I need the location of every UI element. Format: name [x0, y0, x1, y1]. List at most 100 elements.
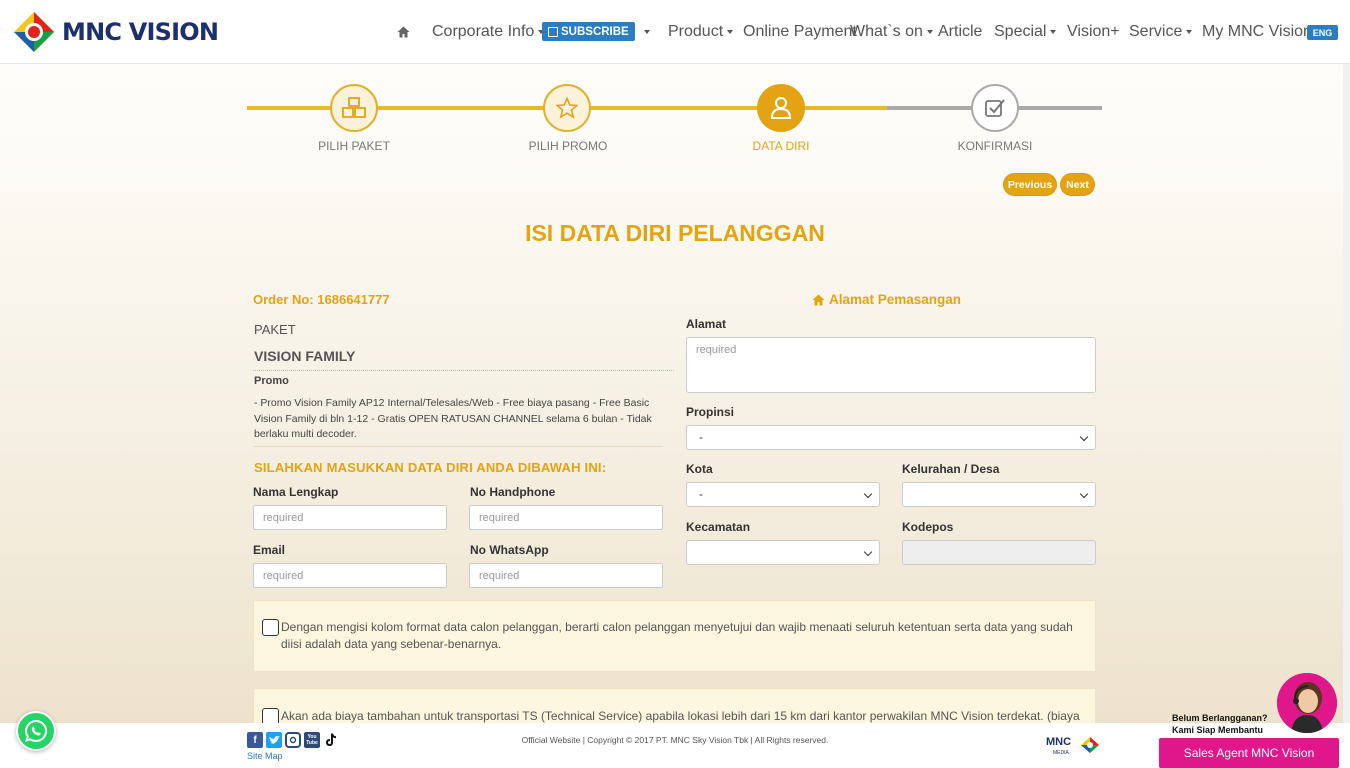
step-data-diri[interactable] [757, 84, 805, 132]
sales-agent-avatar[interactable] [1277, 673, 1337, 733]
alamat-pemasangan-title: Alamat Pemasangan [829, 292, 962, 307]
kelurahan-label: Kelurahan / Desa [902, 462, 1000, 476]
nav-online-payment[interactable]: Online Payment [743, 23, 857, 41]
transport-fee-box: Akan ada biaya tambahan untuk transporta… [253, 688, 1096, 728]
mnc-media-mark-icon [1081, 737, 1099, 753]
nav-subscribe-label: SUBSCRIBE [561, 25, 629, 38]
brand-name: MNC VISION [62, 18, 219, 46]
nav-corporate-info[interactable]: Corporate Info [432, 23, 545, 41]
star-icon [556, 97, 578, 119]
promo-description: - Promo Vision Family AP12 Internal/Tele… [254, 397, 652, 440]
nav-vision-plus-label: Vision+ [1067, 23, 1120, 40]
kota-label: Kota [686, 462, 713, 476]
chevron-down-icon [1050, 29, 1057, 34]
brand-logo[interactable]: MNC VISION [12, 10, 219, 54]
step-label-data-diri: DATA DIRI [752, 139, 810, 153]
chevron-down-icon [926, 29, 933, 34]
alamat-textarea[interactable] [686, 337, 1096, 393]
agent-prompt-line-1: Belum Berlangganan? [1172, 713, 1268, 723]
sales-agent-button[interactable]: Sales Agent MNC Vision [1159, 738, 1339, 768]
step-label-konfirmasi: KONFIRMASI [957, 139, 1033, 153]
kodepos-input [902, 540, 1096, 565]
kota-selected-value: - [699, 488, 703, 501]
kelurahan-select[interactable] [902, 482, 1096, 507]
cubes-icon [342, 97, 366, 118]
propinsi-select[interactable]: - [686, 425, 1096, 450]
propinsi-label: Propinsi [686, 405, 735, 419]
previous-button[interactable]: Previous [1003, 173, 1057, 196]
whatsapp-icon [24, 719, 48, 743]
site-map-link[interactable]: Site Map [247, 751, 283, 761]
next-button[interactable]: Next [1060, 173, 1095, 196]
agent-avatar-image [1277, 673, 1337, 733]
chevron-down-icon [1186, 29, 1193, 34]
step-konfirmasi[interactable] [971, 84, 1019, 132]
chevron-down-icon[interactable] [644, 30, 650, 34]
agreement-checkbox[interactable] [262, 619, 279, 636]
nav-product-label: Product [668, 23, 724, 40]
kecamatan-select[interactable] [686, 540, 880, 565]
nav-article[interactable]: Article [938, 23, 982, 41]
chevron-down-icon [863, 547, 873, 557]
scrollbar[interactable] [1343, 64, 1350, 723]
no-whatsapp-input[interactable] [469, 563, 663, 588]
nav-service[interactable]: Service [1129, 23, 1193, 41]
chevron-down-icon [863, 489, 873, 499]
chevron-down-icon [1079, 489, 1089, 499]
nav-corporate-info-label: Corporate Info [432, 23, 535, 40]
mnc-media-subtitle: MEDIA [1053, 750, 1069, 756]
step-pilih-paket[interactable] [330, 84, 378, 132]
user-icon [770, 97, 792, 119]
home-icon[interactable] [397, 26, 410, 38]
nav-vision-plus[interactable]: Vision+ [1067, 23, 1120, 41]
divider [253, 446, 663, 447]
nav-special[interactable]: Special [994, 23, 1057, 41]
no-whatsapp-label: No WhatsApp [470, 543, 549, 557]
copyright-text: Official Website | Copyright © 2017 PT. … [521, 735, 829, 745]
promo-label: Promo [254, 375, 289, 387]
check-square-icon [548, 26, 558, 37]
alamat-pemasangan-heading: Alamat Pemasangan [812, 292, 961, 307]
agreement-box: Dengan mengisi kolom format data calon p… [253, 600, 1096, 672]
logo-mark-icon [14, 12, 54, 52]
agent-prompt: Belum Berlangganan? Kami Siap Membantu [1172, 712, 1268, 736]
nav-my-mnc-vision-label: My MNC Vision [1202, 23, 1312, 40]
kota-select[interactable]: - [686, 482, 880, 507]
kecamatan-label: Kecamatan [686, 520, 751, 534]
nav-my-mnc-vision[interactable]: My MNC Vision [1202, 23, 1312, 41]
form-instruction: SILAHKAN MASUKKAN DATA DIRI ANDA DIBAWAH… [254, 460, 607, 475]
paket-label: PAKET [254, 322, 296, 337]
nav-subscribe-button[interactable]: SUBSCRIBE [542, 22, 635, 41]
nav-online-payment-label: Online Payment [743, 23, 857, 40]
kodepos-label: Kodepos [902, 520, 954, 534]
step-pilih-promo[interactable] [543, 84, 591, 132]
site-footer: f You Tube Site Map Official Website | C… [0, 723, 1350, 768]
nav-product[interactable]: Product [668, 23, 734, 41]
chevron-down-icon [727, 29, 734, 34]
no-handphone-input[interactable] [469, 505, 663, 530]
propinsi-selected-value: - [699, 431, 703, 444]
site-header: MNC VISION Corporate Info SUBSCRIBE Prod… [0, 0, 1350, 64]
agreement-text: Dengan mengisi kolom format data calon p… [281, 620, 1073, 651]
nama-lengkap-label: Nama Lengkap [253, 485, 339, 499]
language-toggle[interactable]: ENG [1307, 25, 1338, 40]
nav-article-label: Article [938, 23, 983, 40]
chevron-down-icon [1079, 432, 1089, 442]
whatsapp-button[interactable] [16, 711, 56, 751]
page-title: ISI DATA DIRI PELANGGAN [525, 220, 825, 246]
nav-service-label: Service [1129, 23, 1183, 40]
agent-prompt-line-2: Kami Siap Membantu [1172, 725, 1264, 735]
nav-whats-on[interactable]: What`s on [850, 23, 933, 41]
step-label-pilih-promo: PILIH PROMO [528, 139, 608, 153]
no-handphone-label: No Handphone [470, 485, 556, 499]
nama-lengkap-input[interactable] [253, 505, 447, 530]
order-number: Order No: 1686641777 [253, 292, 390, 307]
step-label-pilih-paket: PILIH PAKET [318, 139, 390, 153]
divider [253, 370, 674, 371]
nav-whats-on-label: What`s on [850, 23, 923, 40]
check-square-icon [985, 99, 1005, 117]
email-input[interactable] [253, 563, 447, 588]
home-icon [812, 294, 825, 305]
paket-name: VISION FAMILY [254, 348, 356, 364]
email-label: Email [253, 543, 286, 557]
